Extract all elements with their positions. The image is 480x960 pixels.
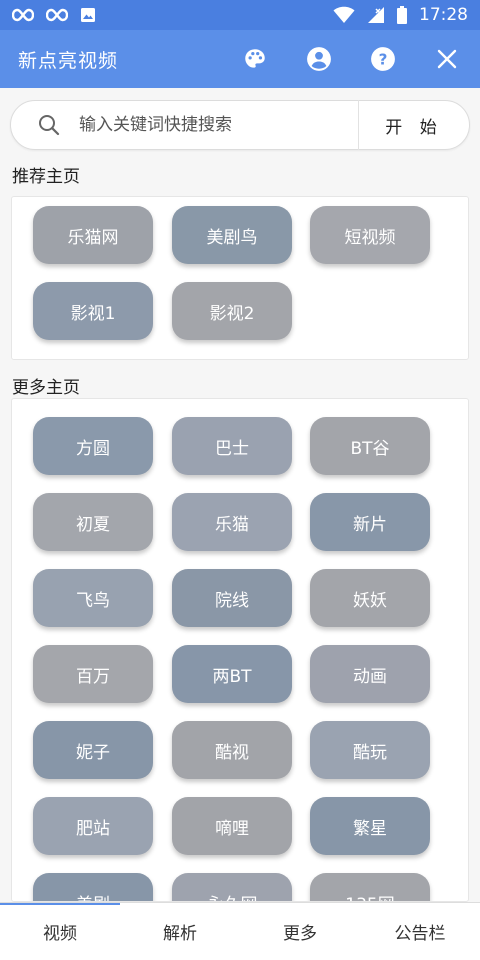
app-bar: 新点亮视频 ? — [0, 30, 480, 88]
nav-tab[interactable]: 解析 — [120, 903, 240, 960]
site-button[interactable]: 嘀哩 — [172, 797, 292, 855]
account-icon[interactable] — [306, 46, 332, 72]
nav-active-indicator — [0, 903, 120, 905]
site-button[interactable]: 永久网 — [172, 873, 292, 901]
site-button[interactable]: 135网 — [310, 873, 430, 901]
site-button[interactable]: 短视频 — [310, 206, 430, 264]
signal-icon — [367, 6, 385, 24]
site-button[interactable]: 妖妖 — [310, 569, 430, 627]
help-icon[interactable]: ? — [370, 46, 396, 72]
site-button[interactable]: 酷玩 — [310, 721, 430, 779]
status-left — [12, 7, 96, 23]
status-bar: 17:28 — [0, 0, 480, 30]
site-button[interactable]: 动画 — [310, 645, 430, 703]
nav-tab[interactable]: 更多 — [240, 903, 360, 960]
section-title-recommended: 推荐主页 — [12, 167, 80, 187]
bottom-nav: 视频 解析 更多 公告栏 — [0, 902, 480, 960]
search-input[interactable] — [73, 115, 358, 135]
site-button[interactable]: 百万 — [33, 645, 153, 703]
more-card: 方圆巴士 BT谷初夏乐猫新片飞鸟院线妖妖百万两BT 动画妮子酷视酷玩肥站嘀哩繁星美剧… — [11, 398, 469, 902]
site-button[interactable]: 方圆 — [33, 417, 153, 475]
site-button[interactable]: 影视2 — [172, 282, 292, 340]
site-button[interactable]: 院线 — [172, 569, 292, 627]
search-start-button[interactable]: 开 始 — [359, 100, 469, 150]
site-button[interactable]: 初夏 — [33, 493, 153, 551]
app-title: 新点亮视频 — [18, 49, 119, 72]
site-button[interactable]: BT谷 — [310, 417, 430, 475]
nav-tab[interactable]: 公告栏 — [360, 903, 480, 960]
site-button[interactable]: 巴士 — [172, 417, 292, 475]
site-button[interactable]: 新片 — [310, 493, 430, 551]
section-title-more: 更多主页 — [12, 378, 80, 398]
wifi-icon — [333, 6, 355, 24]
site-button[interactable]: 影视1 — [33, 282, 153, 340]
infinity-icon — [46, 8, 68, 22]
infinity-icon — [12, 8, 34, 22]
site-button[interactable]: 乐猫网 — [33, 206, 153, 264]
app-actions: ? — [242, 46, 462, 72]
search-box: 开 始 — [10, 100, 470, 150]
site-button[interactable]: 乐猫 — [172, 493, 292, 551]
close-icon[interactable] — [434, 46, 460, 72]
site-button[interactable]: 酷视 — [172, 721, 292, 779]
site-button[interactable]: 美剧 — [33, 873, 153, 901]
site-button[interactable]: 两BT — [172, 645, 292, 703]
site-button[interactable]: 繁星 — [310, 797, 430, 855]
palette-icon[interactable] — [242, 46, 268, 72]
status-right: 17:28 — [333, 5, 468, 25]
status-time: 17:28 — [419, 5, 468, 25]
site-button[interactable]: 肥站 — [33, 797, 153, 855]
search-icon — [25, 101, 73, 149]
site-button[interactable]: 美剧鸟 — [172, 206, 292, 264]
nav-tab[interactable]: 视频 — [0, 903, 120, 960]
site-button[interactable]: 飞鸟 — [33, 569, 153, 627]
svg-text:?: ? — [379, 50, 388, 68]
site-button[interactable]: 妮子 — [33, 721, 153, 779]
recommended-card: 乐猫网 美剧鸟 短视频影视1 影视2 — [11, 196, 469, 360]
battery-icon — [397, 6, 407, 24]
image-icon — [80, 7, 96, 23]
